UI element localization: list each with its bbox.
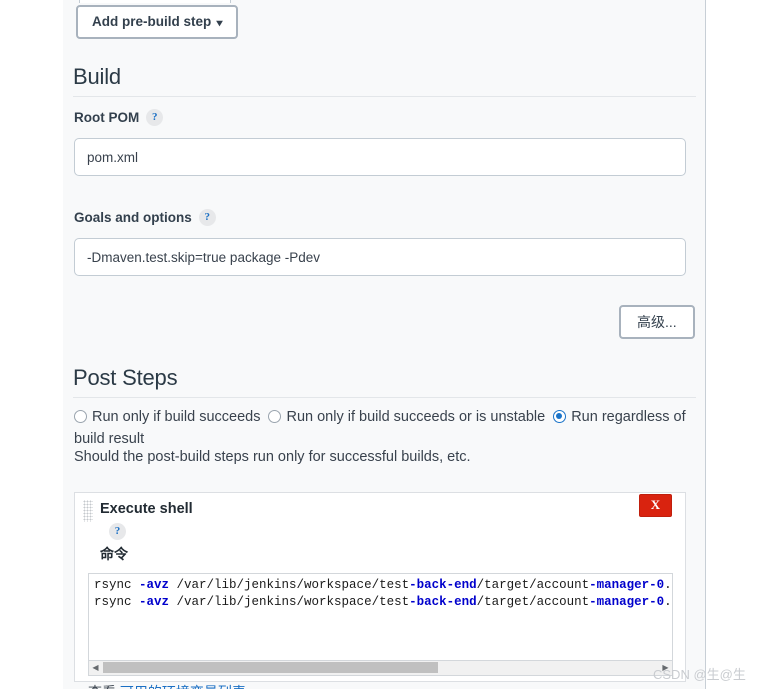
post-steps-heading: Post Steps [73, 365, 178, 390]
radio-icon[interactable] [74, 410, 87, 423]
code-token: -avz [139, 578, 170, 592]
add-prebuild-step-label: Add pre-build step [92, 14, 212, 29]
watermark: CSDN @生@生 [653, 667, 746, 682]
command-code-editor[interactable]: rsync -avz /var/lib/jenkins/workspace/te… [88, 573, 673, 661]
radio-option-succeeds[interactable]: Run only if build succeeds [74, 409, 260, 425]
help-icon[interactable]: ? [146, 108, 164, 126]
execute-shell-block: Execute shell X ? 命令 rsync -avz /var/lib… [74, 492, 686, 689]
post-steps-radio-group: Run only if build succeeds Run only if bu… [74, 406, 694, 450]
partial-element-above [79, 0, 231, 3]
add-prebuild-step-container: Add pre-build step ▾ [76, 5, 239, 39]
horizontal-scrollbar[interactable]: ◀ ▶ [88, 661, 673, 676]
root-pom-input-container [74, 138, 686, 176]
code-token: rsync [94, 578, 140, 592]
radio-icon[interactable] [268, 410, 282, 423]
root-pom-input[interactable] [74, 138, 686, 176]
code-token: -manager-0 [589, 578, 665, 592]
code-token: rsync [94, 595, 140, 609]
goals-and-options-label: Goals and options [74, 209, 192, 225]
scroll-left-icon[interactable]: ◀ [90, 662, 101, 673]
env-variables-row: 查看 可用的环境变量列表 [88, 682, 246, 689]
advanced-button-container: 高级... [619, 305, 695, 339]
build-section-heading: Build [73, 64, 121, 89]
code-token: /target/account [476, 578, 590, 592]
goals-and-options-input[interactable] [74, 238, 686, 276]
config-content-panel: Add pre-build step ▾ Build Root POM? Goal… [63, 0, 706, 689]
drag-handle-icon[interactable] [83, 500, 93, 522]
code-token: /target/account [476, 595, 590, 609]
execute-shell-title: Execute shell [100, 501, 193, 517]
scrollbar-thumb[interactable] [103, 662, 438, 673]
code-token: .0.1 [664, 578, 672, 592]
code-token: -avz [139, 595, 170, 609]
env-link-prefix: 查看 [88, 684, 120, 689]
code-token: .0.1 [664, 595, 672, 609]
env-variables-link[interactable]: 可用的环境变量列表 [120, 684, 246, 689]
help-icon[interactable]: ? [109, 523, 126, 540]
root-pom-label-row: Root POM? [74, 108, 164, 126]
radio-label[interactable]: Run only if build succeeds [92, 409, 260, 425]
radio-label[interactable]: Run only if build succeeds or is unstabl… [286, 409, 545, 425]
help-icon[interactable]: ? [198, 208, 216, 226]
radio-icon-selected[interactable] [553, 410, 567, 423]
build-section-divider [73, 96, 696, 97]
code-token: -back-end [409, 578, 477, 592]
advanced-button[interactable]: 高级... [619, 305, 695, 339]
post-steps-divider [73, 397, 696, 398]
radio-option-succeeds-or-unstable[interactable]: Run only if build succeeds or is unstabl… [268, 409, 545, 425]
code-token: /var/lib/jenkins/workspace/test [169, 595, 410, 609]
code-line: rsync -avz /var/lib/jenkins/workspace/te… [89, 594, 672, 611]
chevron-down-icon: ▾ [216, 18, 223, 29]
post-steps-hint: Should the post-build steps run only for… [74, 449, 471, 465]
root-pom-label: Root POM [74, 109, 140, 125]
add-prebuild-step-button[interactable]: Add pre-build step ▾ [76, 5, 239, 39]
code-line: rsync -avz /var/lib/jenkins/workspace/te… [89, 574, 672, 594]
page-root: Add pre-build step ▾ Build Root POM? Goal… [0, 0, 762, 689]
command-label: 命令 [100, 546, 128, 562]
goals-label-row: Goals and options? [74, 208, 216, 226]
code-token: -back-end [409, 595, 477, 609]
code-token: /var/lib/jenkins/workspace/test [169, 578, 410, 592]
goals-input-container [74, 238, 686, 276]
delete-step-button[interactable]: X [639, 494, 672, 517]
code-token: -manager-0 [589, 595, 665, 609]
